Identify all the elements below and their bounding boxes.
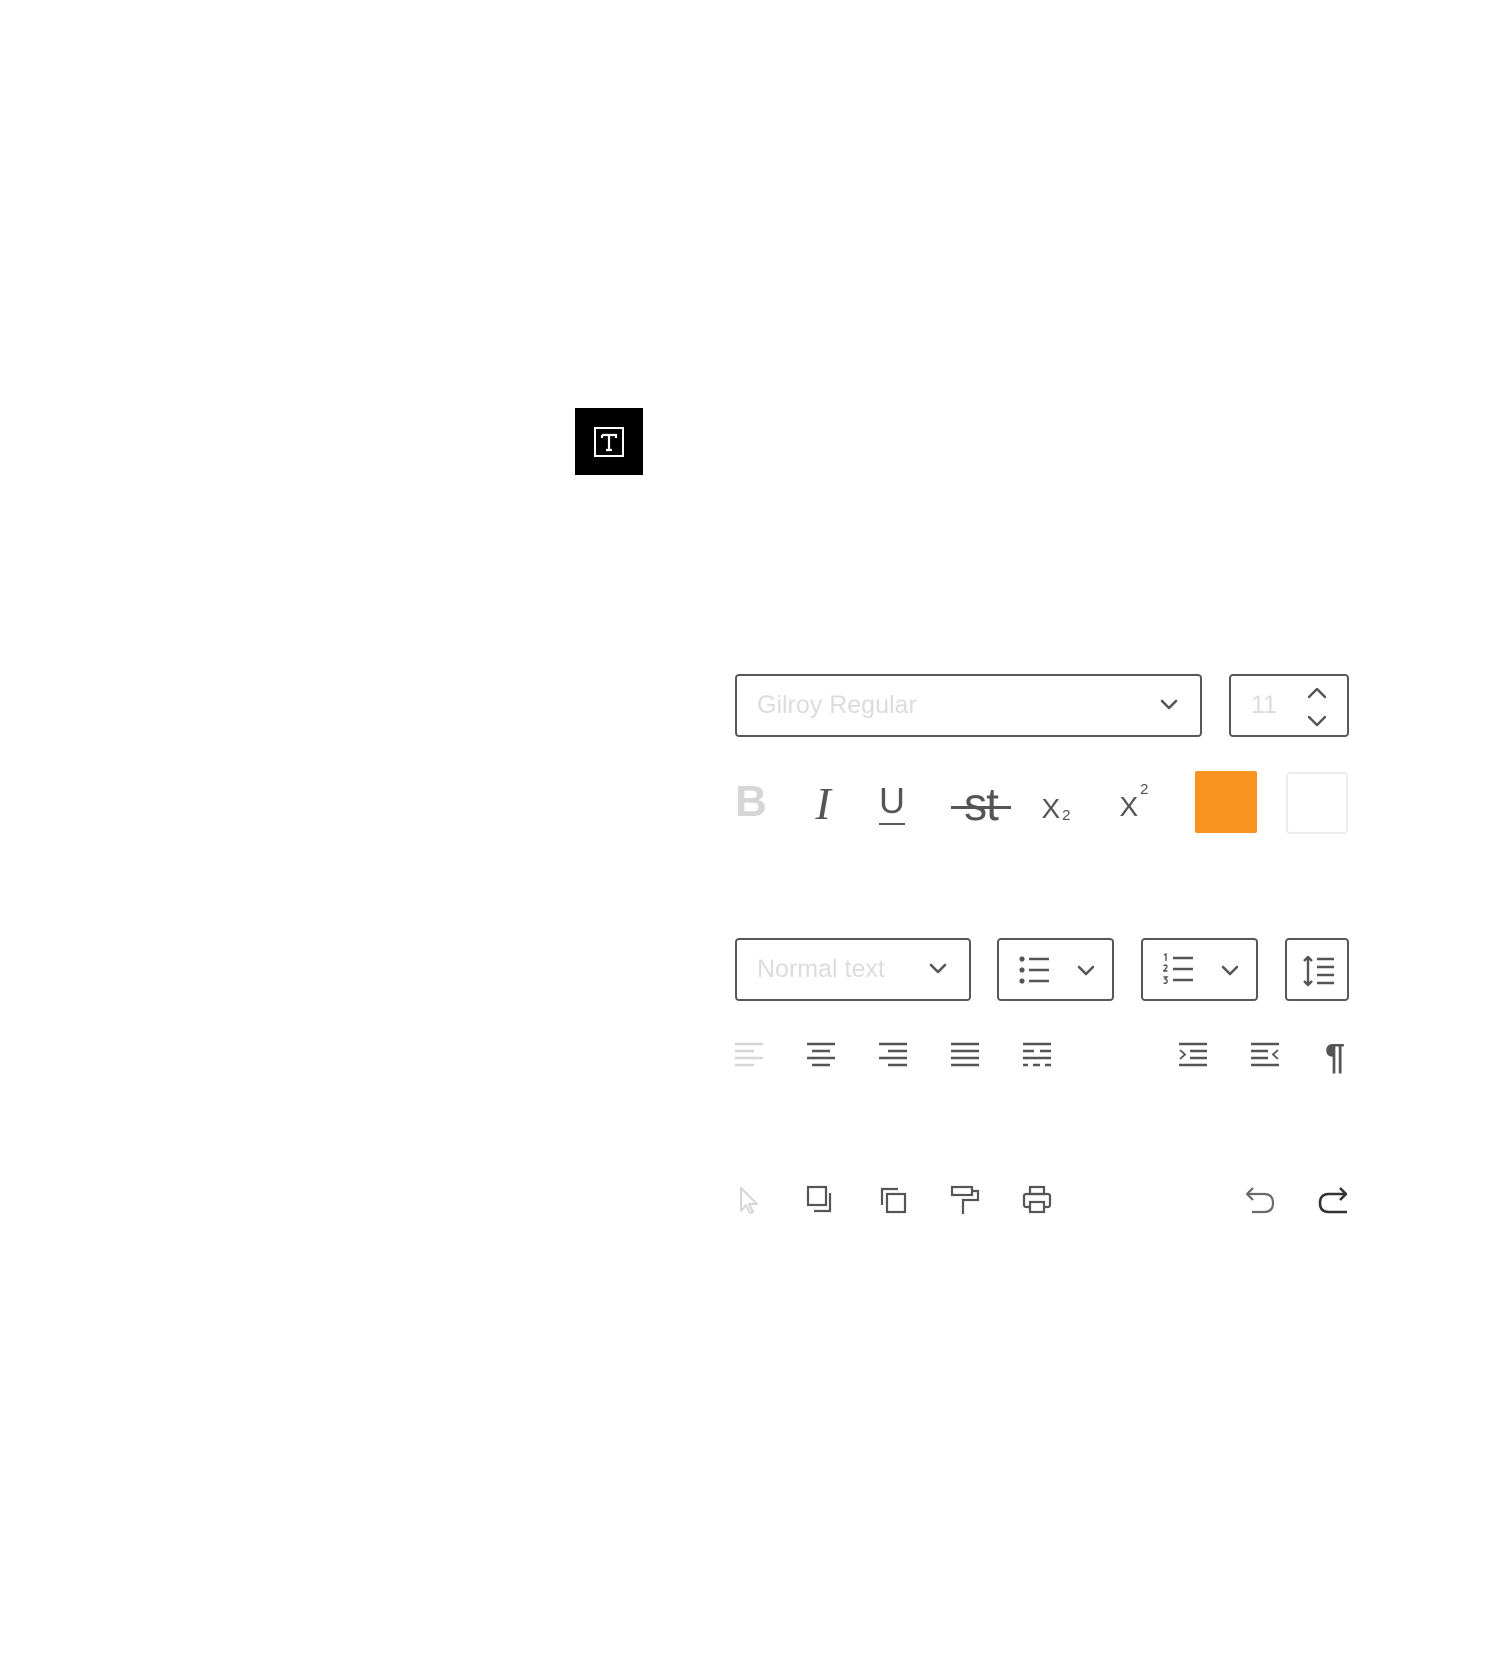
chevron-down-icon [1077, 965, 1095, 976]
superscript-button[interactable]: X 2 [1114, 782, 1154, 822]
font-size-value: 11 [1251, 691, 1277, 719]
text-tool-button[interactable] [575, 408, 643, 475]
numbered-list-select[interactable] [1141, 938, 1258, 1001]
underline-bar [879, 822, 905, 826]
undo-button[interactable] [1243, 1184, 1277, 1216]
line-spacing-button[interactable] [1285, 938, 1349, 1001]
italic-button[interactable]: I [806, 777, 840, 829]
increase-indent-icon [1179, 1042, 1207, 1067]
decrease-indent-button[interactable] [1249, 1041, 1281, 1071]
redo-button[interactable] [1316, 1184, 1350, 1216]
subscript-button[interactable]: X 2 [1036, 784, 1076, 824]
stepper-arrows-icon[interactable] [1305, 685, 1329, 729]
subscript-base: X [1041, 793, 1061, 824]
paragraph-style-value: Normal text [757, 955, 885, 983]
superscript-mark: 2 [1140, 781, 1149, 798]
undo-icon [1245, 1187, 1275, 1214]
format-painter-icon [950, 1185, 980, 1214]
font-family-value: Gilroy Regular [757, 691, 917, 719]
chevron-down-icon [1160, 699, 1178, 710]
strikethrough-label: st [964, 778, 999, 830]
paragraph-style-select[interactable]: Normal text [735, 938, 971, 1001]
line-spacing-icon [1303, 955, 1334, 987]
align-right-button[interactable] [877, 1041, 909, 1071]
bulleted-list-select[interactable] [997, 938, 1114, 1001]
send-backward-icon [880, 1187, 907, 1214]
format-painter-button[interactable] [949, 1184, 981, 1216]
pilcrow-button[interactable]: ¶ [1320, 1036, 1350, 1077]
align-right-icon [879, 1042, 907, 1067]
justify-distribute-button[interactable] [1021, 1041, 1053, 1071]
send-backward-button[interactable] [877, 1184, 909, 1216]
underline-label: U [879, 779, 905, 821]
bulleted-list-icon [1019, 956, 1049, 984]
justify-button[interactable] [949, 1041, 981, 1071]
chevron-down-icon [929, 963, 947, 974]
cursor-icon [740, 1187, 758, 1214]
justify-distribute-icon [1023, 1042, 1051, 1067]
strikethrough-line [951, 806, 1011, 809]
numbered-list-icon [1163, 953, 1193, 985]
chevron-down-icon [1221, 965, 1239, 976]
bring-forward-button[interactable] [805, 1184, 837, 1216]
select-tool-button[interactable] [736, 1185, 764, 1215]
strikethrough-button[interactable]: st [945, 778, 1017, 830]
redo-icon [1318, 1187, 1348, 1214]
font-size-stepper[interactable]: 11 [1229, 674, 1349, 737]
print-button[interactable] [1021, 1184, 1053, 1216]
italic-label: I [815, 777, 831, 829]
highlight-color-swatch[interactable] [1286, 772, 1348, 834]
subscript-mark: 2 [1062, 807, 1071, 824]
bold-button[interactable]: B [735, 776, 767, 828]
increase-indent-button[interactable] [1177, 1041, 1209, 1071]
text-color-swatch[interactable] [1195, 771, 1257, 833]
align-left-icon [735, 1042, 763, 1067]
justify-icon [951, 1042, 979, 1067]
align-center-icon [807, 1042, 835, 1067]
pilcrow-icon: ¶ [1324, 1036, 1346, 1077]
align-left-button[interactable] [733, 1041, 765, 1071]
text-tool-icon [594, 426, 624, 457]
font-family-select[interactable]: Gilroy Regular [735, 674, 1202, 737]
align-center-button[interactable] [805, 1041, 837, 1071]
printer-icon [1022, 1185, 1052, 1214]
bring-forward-icon [806, 1185, 832, 1213]
bold-label: B [735, 777, 767, 826]
decrease-indent-icon [1251, 1042, 1279, 1067]
underline-button[interactable]: U [877, 780, 907, 828]
superscript-base: X [1119, 791, 1139, 822]
